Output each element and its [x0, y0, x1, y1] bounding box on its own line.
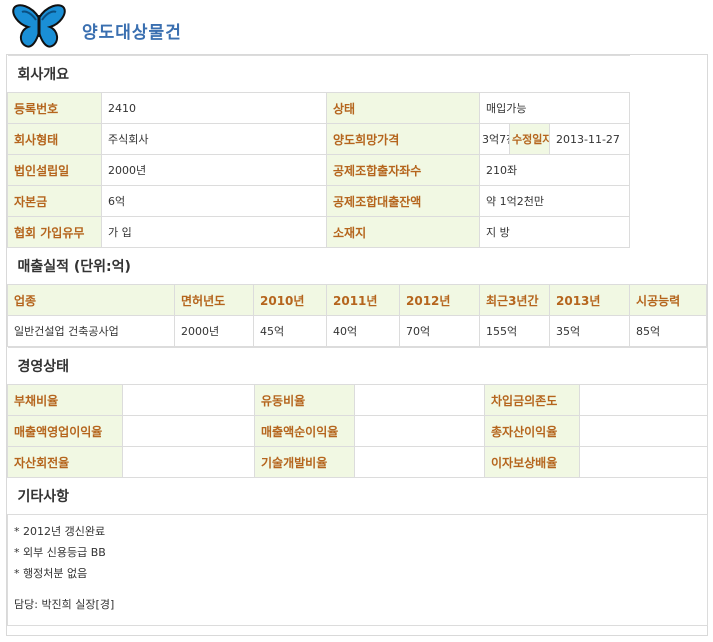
cell-recent-3y: 155억 — [479, 315, 550, 347]
cell-2010: 45억 — [253, 315, 327, 347]
col-header-2012: 2012년 — [399, 284, 480, 316]
label-net-margin: 매출액순이익율 — [254, 415, 355, 447]
value-asking-price: 3억7천 — [479, 123, 510, 155]
value-incorporation-date: 2000년 — [101, 154, 327, 186]
value-association: 가 입 — [101, 216, 327, 248]
label-association: 협회 가입유무 — [7, 216, 102, 248]
contact-person: 담당: 박진희 실장[경] — [14, 598, 115, 611]
col-header-2013: 2013년 — [548, 284, 631, 316]
label-incorporation-date: 법인설립일 — [7, 154, 102, 186]
table-row: 법인설립일 2000년 공제조합출자좌수 210좌 — [7, 154, 707, 186]
value-current-ratio — [354, 384, 485, 416]
value-location: 지 방 — [478, 216, 631, 248]
label-rnd-ratio: 기술개발비율 — [254, 446, 355, 478]
section-sales: 매출실적 (단위:억) — [7, 247, 630, 285]
value-registration-no: 2410 — [101, 92, 327, 124]
table-row: 자본금 6억 공제조합대출잔액 약 1억2천만 — [7, 185, 707, 217]
property-sheet: 회사개요 등록번호 2410 상태 매입가능 회사형태 주식회사 양도희망가격 … — [6, 54, 709, 636]
notes-cell: * 2012년 갱신완료 * 외부 신용등급 BB * 행정처분 없음 담당: … — [6, 514, 709, 626]
col-header-construction-capacity: 시공능력 — [629, 284, 707, 316]
label-loan-balance: 공제조합대출잔액 — [326, 185, 480, 217]
label-modified-date: 수정일자 — [509, 123, 550, 155]
table-row: 자산회전율 기술개발비율 이자보상배율 — [7, 446, 709, 478]
page-title: 양도대상물건 — [82, 23, 182, 43]
info-table: 회사개요 등록번호 2410 상태 매입가능 회사형태 주식회사 양도희망가격 … — [7, 55, 707, 347]
label-status: 상태 — [326, 92, 480, 124]
note-item: * 행정처분 없음 — [14, 567, 88, 580]
label-borrowing-dependence: 차입금의존도 — [484, 384, 580, 416]
cell-construction-capacity: 85억 — [629, 315, 707, 347]
value-operating-margin — [122, 415, 255, 447]
value-interest-coverage — [578, 446, 709, 478]
value-asset-turnover — [122, 446, 255, 478]
table-row: 부채비율 유동비율 차입금의존도 — [7, 384, 709, 416]
label-current-ratio: 유동비율 — [254, 384, 355, 416]
label-company-type: 회사형태 — [7, 123, 102, 155]
label-capital: 자본금 — [7, 185, 102, 217]
header: 양도대상물건 — [12, 4, 702, 50]
value-capital: 6억 — [101, 185, 327, 217]
label-mutual-aid-shares: 공제조합출자좌수 — [326, 154, 480, 186]
col-header-2011: 2011년 — [326, 284, 400, 316]
cell-license-year: 2000년 — [174, 315, 254, 347]
notes-row: * 2012년 갱신완료 * 외부 신용등급 BB * 행정처분 없음 담당: … — [6, 514, 709, 626]
cell-2011: 40억 — [326, 315, 400, 347]
value-company-type: 주식회사 — [101, 123, 327, 155]
cell-industry: 일반건설업 건축공사업 — [7, 315, 175, 347]
table-row: 등록번호 2410 상태 매입가능 — [7, 92, 707, 124]
note-item: * 2012년 갱신완료 — [14, 525, 106, 538]
label-asset-turnover: 자산회전율 — [7, 446, 123, 478]
label-debt-ratio: 부채비율 — [7, 384, 123, 416]
management-table: 경영상태 부채비율 유동비율 차입금의존도 매출액영업이익율 매출액순이익율 총… — [6, 347, 709, 626]
label-operating-margin: 매출액영업이익율 — [7, 415, 123, 447]
label-asking-price: 양도희망가격 — [326, 123, 480, 155]
sales-header-row: 업종 면허년도 2010년 2011년 2012년 최근3년간 2013년 시공… — [7, 284, 707, 316]
value-loan-balance: 약 1억2천만 — [478, 185, 631, 217]
label-location: 소재지 — [326, 216, 480, 248]
value-debt-ratio — [122, 384, 255, 416]
table-row: 협회 가입유무 가 입 소재지 지 방 — [7, 216, 707, 248]
col-header-recent-3y: 최근3년간 — [479, 284, 550, 316]
value-rnd-ratio — [354, 446, 485, 478]
section-management: 경영상태 — [7, 347, 708, 385]
label-interest-coverage: 이자보상배율 — [484, 446, 580, 478]
section-company-overview: 회사개요 — [7, 55, 630, 93]
value-net-margin — [354, 415, 485, 447]
section-other: 기타사항 — [7, 477, 708, 515]
col-header-2010: 2010년 — [253, 284, 327, 316]
note-item: * 외부 신용등급 BB — [14, 546, 106, 559]
cell-2013: 35억 — [548, 315, 631, 347]
col-header-license-year: 면허년도 — [174, 284, 254, 316]
cell-2012: 70억 — [399, 315, 480, 347]
label-roa: 총자산이익율 — [484, 415, 580, 447]
butterfly-icon — [12, 4, 66, 48]
table-row: 매출액영업이익율 매출액순이익율 총자산이익율 — [7, 415, 709, 447]
value-roa — [578, 415, 709, 447]
value-borrowing-dependence — [578, 384, 709, 416]
value-mutual-aid-shares: 210좌 — [478, 154, 631, 186]
table-row: 일반건설업 건축공사업 2000년 45억 40억 70억 155억 35억 8… — [7, 315, 707, 347]
table-row: 회사형태 주식회사 양도희망가격 3억7천 수정일자 2013-11-27 — [7, 123, 707, 155]
label-registration-no: 등록번호 — [7, 92, 102, 124]
value-status: 매입가능 — [478, 92, 631, 124]
col-header-industry: 업종 — [7, 284, 175, 316]
value-modified-date: 2013-11-27 — [548, 123, 631, 155]
